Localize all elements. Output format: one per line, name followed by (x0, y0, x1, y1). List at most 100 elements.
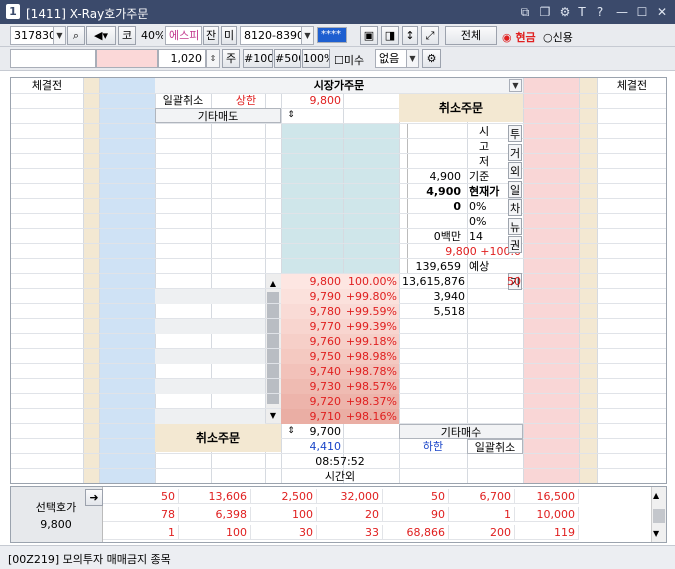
ask-price[interactable]: 9,800 (281, 274, 343, 289)
gear-icon[interactable]: ⚙ (422, 49, 441, 68)
ask-price[interactable]: 9,790 (281, 289, 343, 304)
unit-button[interactable]: 주 (222, 49, 240, 68)
stock-code-input[interactable]: 317830 (10, 26, 54, 45)
info-tab[interactable]: 차 (508, 199, 522, 216)
credit-radio[interactable]: ○신용 (543, 29, 573, 45)
speaker-icon[interactable]: ◀▾ (86, 26, 116, 45)
grid-hline (11, 138, 666, 139)
ask-price[interactable]: 9,770 (281, 319, 343, 334)
ask-quantity (399, 409, 467, 424)
scroll-down-icon[interactable]: ▼ (267, 408, 279, 423)
cancel-all-sell-button[interactable]: 일괄취소 (155, 93, 211, 108)
search-icon[interactable]: ⌕ (67, 26, 85, 45)
password-field[interactable]: **** (317, 27, 347, 43)
grid-hline (11, 258, 666, 259)
info-value: 9,800 +100.0 (445, 245, 521, 258)
arrow-right-icon[interactable]: ➜ (85, 489, 103, 506)
jan-button[interactable]: 잔 (203, 26, 219, 45)
toolbar-row2: 1,020 ⇕ 주 #1000 #500 100% ☐미수 없음 ▼ ⚙ (0, 47, 675, 71)
buy-quantity (467, 289, 523, 304)
ask-price[interactable]: 9,710 (281, 409, 343, 424)
popup-icon[interactable]: ⤢ (421, 26, 439, 45)
ask-quantity: 3,940 (433, 290, 466, 303)
status-bar: [00Z219] 모의투자 매매금지 종목 (0, 545, 675, 569)
ask-quantity (399, 379, 467, 394)
ask-price[interactable]: 9,780 (281, 304, 343, 319)
sell-stepper-icon[interactable]: ⇕ (283, 108, 299, 123)
grid-hline (11, 213, 666, 214)
condition-select[interactable]: 없음 (375, 49, 407, 68)
help-icon[interactable]: ? (592, 3, 608, 21)
close-icon[interactable]: ✕ (654, 3, 670, 21)
ask-price[interactable]: 9,740 (281, 364, 343, 379)
stock-name: 에스피 (165, 26, 202, 45)
info-tab[interactable]: 투 (508, 125, 522, 142)
copy-icon[interactable]: ❐ (537, 3, 553, 21)
market-order-dropdown-icon[interactable]: ▼ (509, 79, 522, 92)
all-button[interactable]: 전체 (445, 26, 497, 45)
selected-quote-cell: 119 (515, 525, 579, 540)
info-value: 0 (453, 200, 461, 213)
account-dropdown-icon[interactable]: ▼ (301, 26, 314, 45)
info-tab[interactable]: 거 (508, 143, 522, 161)
bottom-scroll-down-icon[interactable]: ▼ (653, 529, 659, 538)
account-select[interactable]: 8120-8390 (240, 26, 302, 45)
info-tab[interactable]: 일 (508, 180, 522, 198)
buy-quantity (467, 349, 523, 364)
cancel-all-buy-button[interactable]: 일괄취소 (467, 439, 523, 454)
margin-rate: 40% (137, 26, 164, 45)
market-order-button[interactable]: 시장가주문 (155, 78, 523, 93)
updown-icon[interactable]: ↕ (402, 26, 418, 45)
maximize-icon[interactable]: ☐ (634, 3, 650, 21)
qty-500-button[interactable]: #500 (274, 49, 301, 68)
ask-price[interactable]: 9,730 (281, 379, 343, 394)
qty-1000-button[interactable]: #1000 (243, 49, 273, 68)
misu-checkbox[interactable]: ☐미수 (334, 52, 364, 68)
bottom-scroll-up-icon[interactable]: ▲ (653, 491, 659, 500)
ko-button[interactable]: 코 (118, 26, 136, 45)
memo-field-2[interactable] (96, 49, 158, 68)
buy-quantity: 50 (507, 275, 521, 288)
other-buy-button[interactable]: 기타매수 (399, 424, 523, 439)
grid-hline (11, 108, 666, 109)
sell-qty-stripe (155, 409, 265, 424)
selected-quote-cell: 100 (251, 507, 317, 522)
upper-limit-label: 상한 (235, 94, 257, 107)
buy-quantity (467, 304, 523, 319)
other-sell-button[interactable]: 기타매도 (155, 108, 281, 123)
info-value: 4,900 (426, 185, 461, 198)
selected-quote-price: 9,800 (40, 518, 72, 531)
cash-radio[interactable]: ◉ 현금 (502, 29, 536, 45)
ask-price[interactable]: 9,720 (281, 394, 343, 409)
font-icon[interactable]: T (574, 3, 590, 21)
info-tab[interactable]: 외 (508, 162, 522, 179)
selected-quote-cell: 90 (383, 507, 449, 522)
scroll-up-icon[interactable]: ▲ (267, 276, 279, 291)
settings-icon[interactable]: ⚙ (557, 3, 573, 21)
info-tab[interactable]: 권 (508, 236, 522, 253)
condition-dropdown-icon[interactable]: ▼ (406, 49, 419, 68)
ask-price[interactable]: 9,750 (281, 349, 343, 364)
mi-button[interactable]: 미 (221, 26, 237, 45)
qty-100pct-button[interactable]: 100% (302, 49, 330, 68)
window-icon[interactable]: ◨ (381, 26, 399, 45)
ask-price[interactable]: 9,760 (281, 334, 343, 349)
selected-quote-cell: 68,866 (383, 525, 449, 540)
cancel-buy-order-button[interactable]: 취소주문 (155, 424, 281, 452)
selected-quote-cell: 33 (317, 525, 383, 540)
ask-quantity (399, 394, 467, 409)
toolbar-row1: 317830 ▼ ⌕ ◀▾ 코 40% 에스피 잔 미 8120-8390 ▼ … (0, 24, 675, 47)
cancel-sell-order-button[interactable]: 취소주문 (399, 94, 523, 122)
info-label: 현재가 (469, 185, 500, 198)
info-value: 4,900 (429, 170, 462, 183)
book-icon[interactable]: ▣ (360, 26, 378, 45)
quantity-input[interactable]: 1,020 (158, 49, 206, 68)
bottom-scroll-thumb[interactable] (653, 509, 665, 523)
code-dropdown-icon[interactable]: ▼ (53, 26, 66, 45)
link-icon[interactable]: ⧉ (517, 3, 533, 21)
memo-field-1[interactable] (10, 49, 96, 68)
quantity-stepper[interactable]: ⇕ (206, 49, 220, 68)
minimize-icon[interactable]: — (614, 3, 630, 21)
info-tab[interactable]: 뉴 (508, 217, 522, 235)
info-label: 기준 (469, 170, 490, 183)
